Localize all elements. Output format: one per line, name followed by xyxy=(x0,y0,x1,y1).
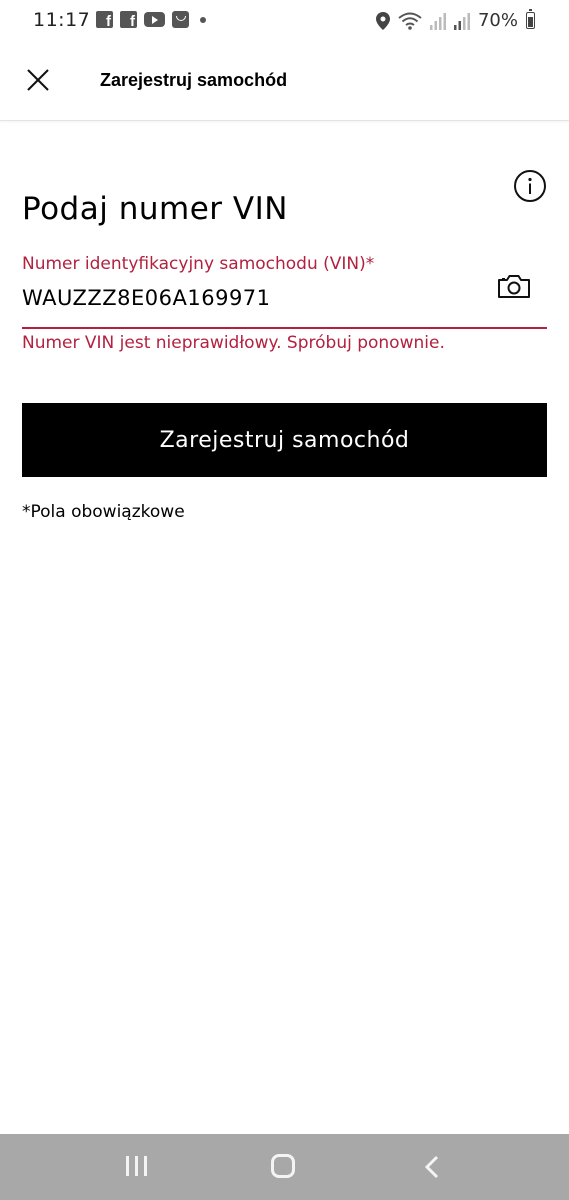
register-car-button[interactable]: Zarejestruj samochód xyxy=(22,403,547,477)
status-time: 11:17 xyxy=(33,9,91,31)
vin-input[interactable] xyxy=(22,282,482,314)
app-header: Zarejestruj samochód xyxy=(0,44,569,121)
vin-label: Numer identyfikacyjny samochodu (VIN)* xyxy=(22,254,375,274)
back-icon[interactable] xyxy=(422,1153,442,1181)
facebook-icon xyxy=(120,11,137,30)
battery-level: 70% xyxy=(477,10,518,31)
required-fields-note: *Pola obowiązkowe xyxy=(22,502,185,522)
recent-apps-icon[interactable] xyxy=(122,1156,150,1178)
vin-error-message: Numer VIN jest nieprawidłowy. Spróbuj po… xyxy=(22,333,445,353)
info-button[interactable] xyxy=(513,169,547,203)
header-title: Zarejestruj samochód xyxy=(100,70,288,90)
signal-icon xyxy=(429,12,446,30)
wifi-icon xyxy=(398,12,422,30)
close-icon xyxy=(27,69,49,91)
battery-icon xyxy=(526,9,535,29)
info-icon xyxy=(514,170,546,202)
youtube-icon xyxy=(144,12,165,27)
vin-field-underline xyxy=(22,327,547,329)
notification-icons xyxy=(96,11,206,30)
status-bar: 11:17 70% xyxy=(0,0,569,44)
system-icons: 70% xyxy=(375,9,535,31)
location-icon xyxy=(375,11,390,30)
page-title: Podaj numer VIN xyxy=(22,190,288,227)
scan-vin-button[interactable] xyxy=(496,273,532,301)
notification-dot-icon xyxy=(200,16,206,23)
home-icon[interactable] xyxy=(271,1154,295,1178)
shopping-bag-icon xyxy=(172,11,189,28)
close-button[interactable] xyxy=(22,64,54,96)
camera-icon xyxy=(498,275,530,298)
system-nav-bar xyxy=(0,1134,569,1200)
signal-icon xyxy=(453,12,470,30)
facebook-icon xyxy=(96,11,113,30)
